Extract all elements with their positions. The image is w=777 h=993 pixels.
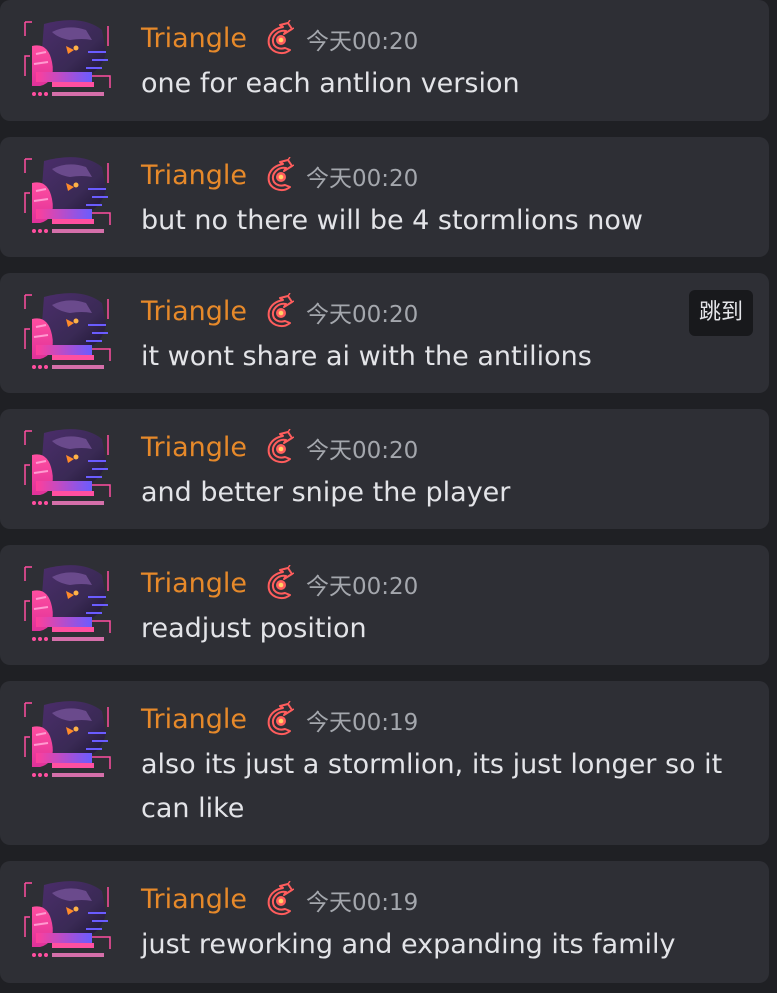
role-badge-icon [264,19,295,56]
timestamp: 今天00:19 [306,890,419,916]
avatar[interactable] [22,425,114,511]
timestamp: 今天00:20 [306,438,419,464]
role-badge-icon [264,292,295,329]
avatar[interactable] [22,16,114,102]
timestamp: 今天00:20 [306,166,419,192]
avatar[interactable] [22,877,114,963]
username[interactable]: Triangle [141,567,247,601]
message-card[interactable]: Triangle 今天00:20 one for each antlion ver… [0,0,769,121]
message-card[interactable]: Triangle 今天00:20 it wont share ai with th… [0,273,769,393]
message-card[interactable]: Triangle 今天00:19 just reworking and expan… [0,861,769,983]
message-card[interactable]: Triangle 今天00:20 readjust position [0,545,769,665]
message-feed: Triangle 今天00:20 one for each antlion ver… [0,0,777,993]
timestamp: 今天00:19 [306,710,419,736]
message-text: but no there will be 4 stormlions now [141,205,644,236]
avatar[interactable] [22,289,114,375]
username[interactable]: Triangle [141,431,247,465]
username[interactable]: Triangle [141,159,247,193]
username[interactable]: Triangle [141,883,247,917]
message-text: and better snipe the player [141,477,511,508]
message-text: just reworking and expanding its family [141,929,676,960]
role-badge-icon [264,880,295,917]
message-text: it wont share ai with the antilions [141,341,592,372]
message-card[interactable]: Triangle 今天00:20 and better snipe the pla… [0,409,769,529]
role-badge-icon [264,564,295,601]
jump-button[interactable]: 跳到 [689,290,753,336]
timestamp: 今天00:20 [306,302,419,328]
message-text: one for each antlion version [141,68,520,99]
timestamp: 今天00:20 [306,29,419,55]
role-badge-icon [264,156,295,193]
avatar[interactable] [22,153,114,239]
message-text: readjust position [141,613,367,644]
message-card[interactable]: Triangle 今天00:19 also its just a stormlio… [0,681,769,845]
role-badge-icon [264,428,295,465]
message-text: also its just a stormlion, its just long… [141,749,723,824]
username[interactable]: Triangle [141,295,247,329]
role-badge-icon [264,700,295,737]
username[interactable]: Triangle [141,22,247,56]
username[interactable]: Triangle [141,703,247,737]
timestamp: 今天00:20 [306,574,419,600]
message-card[interactable]: Triangle 今天00:20 but no there will be 4 s… [0,137,769,257]
avatar[interactable] [22,697,114,783]
avatar[interactable] [22,561,114,647]
